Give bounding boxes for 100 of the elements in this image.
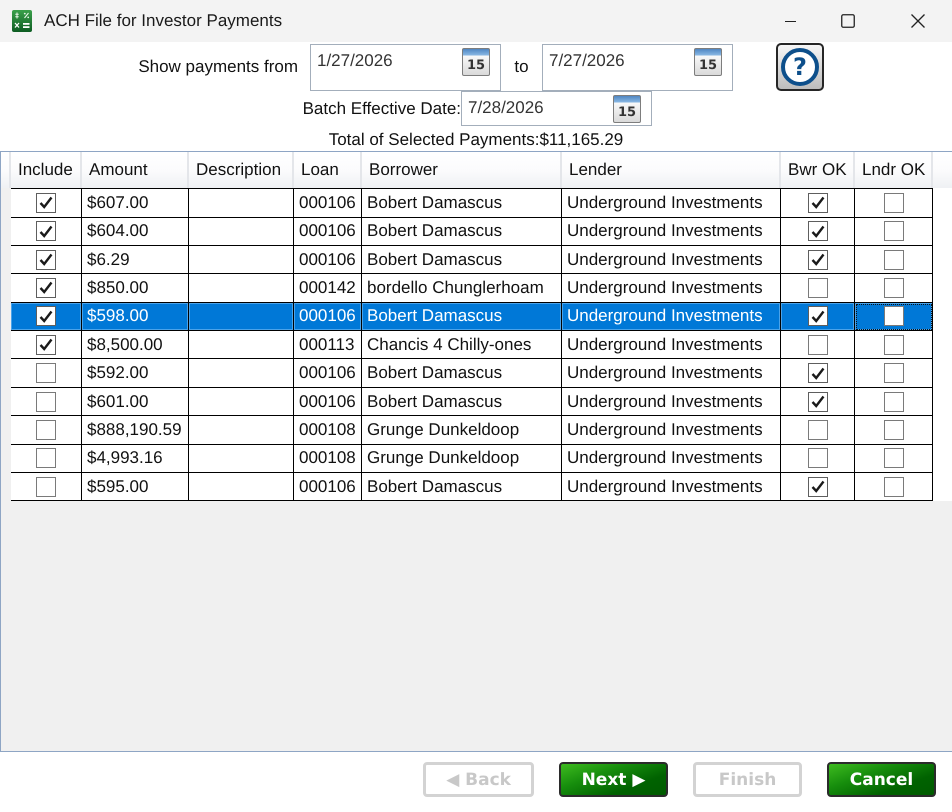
table-cell: $850.00: [82, 274, 189, 303]
table-cell: $888,190.59: [82, 416, 189, 445]
nav-button[interactable]: Cancel: [827, 762, 936, 797]
table-row[interactable]: $8,500.00 000113 Chancis 4 Chilly-ones Underground Investments: [11, 331, 952, 360]
checkbox[interactable]: [808, 476, 828, 497]
checkbox[interactable]: [808, 250, 828, 270]
table-cell: Underground Investments: [562, 218, 781, 246]
checkbox[interactable]: [884, 250, 904, 270]
table-cell: Bobert Damascus: [362, 388, 562, 416]
calculator-icon: [12, 10, 32, 32]
checkbox[interactable]: [808, 363, 828, 384]
checkbox[interactable]: [808, 278, 828, 298]
from-label: Show payments from: [138, 57, 298, 77]
table-row[interactable]: $888,190.59 000108 Grunge Dunkeldoop Underground Investments: [11, 416, 952, 445]
window-title: ACH File for Investor Payments: [44, 11, 282, 31]
checkbox[interactable]: [36, 306, 56, 326]
calendar-button[interactable]: 15: [462, 48, 490, 76]
checkbox[interactable]: [884, 306, 904, 326]
checkbox[interactable]: [36, 448, 56, 468]
table-cell: $595.00: [82, 473, 189, 502]
checkbox[interactable]: [884, 363, 904, 384]
table-cell: Bobert Damascus: [362, 302, 562, 332]
table-cell: Underground Investments: [562, 331, 781, 360]
table-cell: 000106: [294, 388, 362, 416]
batch-date-value: 7/28/2026: [468, 98, 544, 118]
table-cell: 000142: [294, 274, 362, 303]
table-cell: Underground Investments: [562, 416, 781, 445]
table-cell: 000113: [294, 331, 362, 360]
table-row[interactable]: $604.00 000106 Bobert Damascus Underground Investments: [11, 218, 952, 246]
to-label: to: [514, 57, 529, 77]
minimize-icon: [784, 20, 796, 22]
checkbox[interactable]: [36, 278, 56, 298]
checkbox[interactable]: [36, 363, 56, 384]
close-icon: [911, 14, 925, 28]
checkbox[interactable]: [36, 192, 56, 213]
table-cell: Underground Investments: [562, 388, 781, 416]
checkbox[interactable]: [884, 192, 904, 213]
table-row[interactable]: $6.29 000106 Bobert Damascus Underground Investments: [11, 246, 952, 274]
checkbox[interactable]: [884, 420, 904, 440]
table-cell: 000106: [294, 473, 362, 502]
checkbox[interactable]: [808, 392, 828, 412]
checkmark-icon: [810, 310, 824, 323]
table-cell: $607.00: [82, 188, 189, 218]
checkbox[interactable]: [808, 306, 828, 326]
checkmark-icon: [39, 338, 53, 352]
checkbox[interactable]: [808, 448, 828, 468]
checkbox[interactable]: [808, 192, 828, 213]
from-date-value: 1/27/2026: [317, 50, 393, 70]
checkbox[interactable]: [36, 392, 56, 412]
checkmark-icon: [810, 480, 824, 494]
table-cell: Bobert Damascus: [362, 473, 562, 502]
checkmark-icon: [810, 253, 824, 266]
checkbox[interactable]: [36, 476, 56, 497]
table-cell: $8,500.00: [82, 331, 189, 360]
table-cell: $6.29: [82, 246, 189, 274]
checkbox[interactable]: [808, 420, 828, 440]
checkbox[interactable]: [884, 334, 904, 355]
checkbox[interactable]: [36, 221, 56, 242]
table-cell: Bobert Damascus: [362, 246, 562, 274]
batch-date-label: Batch Effective Date:: [302, 98, 461, 118]
checkbox[interactable]: [884, 278, 904, 298]
table-cell: Underground Investments: [562, 274, 781, 303]
to-date-value: 7/27/2026: [549, 50, 625, 70]
table-cell: 000106: [294, 188, 362, 218]
table-row[interactable]: $592.00 000106 Bobert Damascus Underground Investments: [11, 359, 952, 388]
checkmark-icon: [39, 224, 53, 238]
table-cell: 000108: [294, 416, 362, 445]
table-row[interactable]: $601.00 000106 Bobert Damascus Underground Investments: [11, 388, 952, 416]
checkbox[interactable]: [36, 250, 56, 270]
batch-date-field[interactable]: 7/28/2026 15: [461, 91, 652, 126]
table-cell: Chancis 4 Chilly-ones: [362, 331, 562, 360]
calendar-button[interactable]: 15: [613, 95, 641, 123]
checkmark-icon: [39, 310, 53, 323]
nav-button[interactable]: Next ▶: [559, 762, 668, 797]
table-row[interactable]: $4,993.16 000108 Grunge Dunkeldoop Underground Investments: [11, 444, 952, 474]
checkbox[interactable]: [884, 392, 904, 412]
table-cell: Bobert Damascus: [362, 359, 562, 388]
table-row[interactable]: $607.00 000106 Bobert Damascus Underground Investments: [11, 188, 952, 218]
table-cell: $604.00: [82, 218, 189, 246]
checkbox[interactable]: [884, 448, 904, 468]
checkbox[interactable]: [36, 420, 56, 440]
table-cell: Grunge Dunkeldoop: [362, 444, 562, 474]
checkmark-icon: [39, 253, 53, 266]
checkbox[interactable]: [884, 221, 904, 242]
checkbox[interactable]: [808, 221, 828, 242]
checkbox[interactable]: [36, 334, 56, 355]
checkbox[interactable]: [808, 334, 828, 355]
table-cell: 000106: [294, 359, 362, 388]
checkmark-icon: [810, 366, 824, 380]
checkbox[interactable]: [884, 476, 904, 497]
from-date-field[interactable]: 1/27/2026 15: [310, 44, 501, 90]
table-cell: Underground Investments: [562, 444, 781, 474]
table-cell: $601.00: [82, 388, 189, 416]
help-button[interactable]: ?: [776, 43, 824, 91]
table-row[interactable]: $595.00 000106 Bobert Damascus Underground Investments: [11, 473, 952, 502]
table-row[interactable]: $850.00 000142 bordello Chunglerhoam Underground Investments: [11, 274, 952, 303]
calendar-button[interactable]: 15: [694, 48, 722, 76]
table-row[interactable]: $598.00 000106 Bobert Damascus Underground Investments: [11, 302, 952, 332]
total-text: Total of Selected Payments:$11,165.29: [328, 130, 624, 150]
to-date-field[interactable]: 7/27/2026 15: [542, 44, 733, 90]
